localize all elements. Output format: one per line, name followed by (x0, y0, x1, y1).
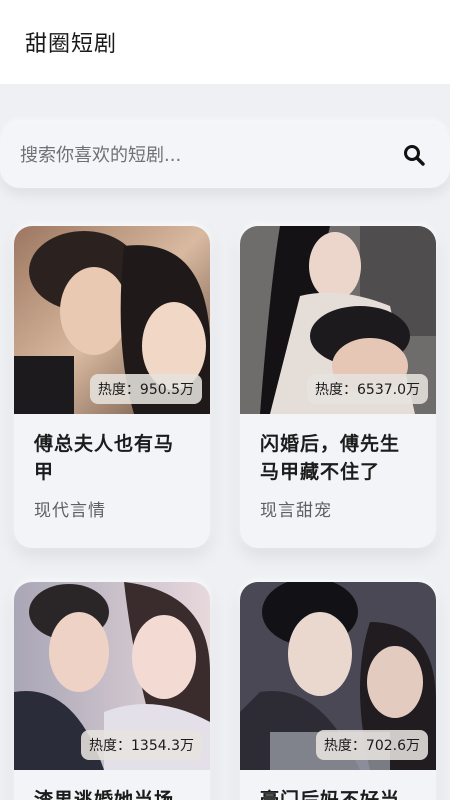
heat-label: 热度： (89, 738, 131, 754)
heat-value: 1354.3万 (131, 738, 194, 754)
search-input[interactable] (20, 144, 402, 166)
drama-title: 闪婚后，傅先生马甲藏不住了 (260, 433, 401, 483)
heat-label: 热度： (315, 382, 357, 398)
drama-title: 渣男逃婚她当场 (34, 789, 175, 800)
search-bar[interactable] (0, 122, 450, 188)
drama-genre: 现言甜宠 (260, 501, 332, 521)
poster-image: 热度： 6537.0万 (240, 226, 436, 414)
drama-genre: 现代言情 (34, 501, 106, 521)
drama-title: 傅总夫人也有马甲 (34, 433, 175, 483)
heat-value: 6537.0万 (357, 382, 420, 398)
heat-label: 热度： (323, 738, 366, 754)
poster-image: 热度： 950.5万 (14, 226, 210, 414)
heat-value: 702.6万 (365, 738, 420, 754)
app-bar: 甜圈短剧 (0, 0, 450, 84)
drama-title: 豪门后妈不好当 (260, 789, 401, 800)
heat-value: 950.5万 (139, 382, 194, 398)
heat-badge: 热度： 950.5万 (89, 374, 202, 404)
search-icon[interactable] (402, 143, 426, 167)
drama-card[interactable]: 热度： 950.5万 傅总夫人也有马甲 现代言情 (14, 226, 210, 548)
poster-image: 热度： 702.6万 (240, 582, 436, 770)
heat-badge: 热度： 702.6万 (315, 730, 428, 760)
app-title: 甜圈短剧 (25, 32, 118, 57)
heat-label: 热度： (97, 382, 140, 398)
heat-badge: 热度： 6537.0万 (307, 374, 428, 404)
poster-image: 热度： 1354.3万 (14, 582, 210, 770)
drama-card[interactable]: 热度： 702.6万 豪门后妈不好当 (240, 582, 436, 800)
heat-badge: 热度： 1354.3万 (81, 730, 202, 760)
drama-card[interactable]: 热度： 6537.0万 闪婚后，傅先生马甲藏不住了 现言甜宠 (240, 226, 436, 548)
drama-card[interactable]: 热度： 1354.3万 渣男逃婚她当场 (14, 582, 210, 800)
